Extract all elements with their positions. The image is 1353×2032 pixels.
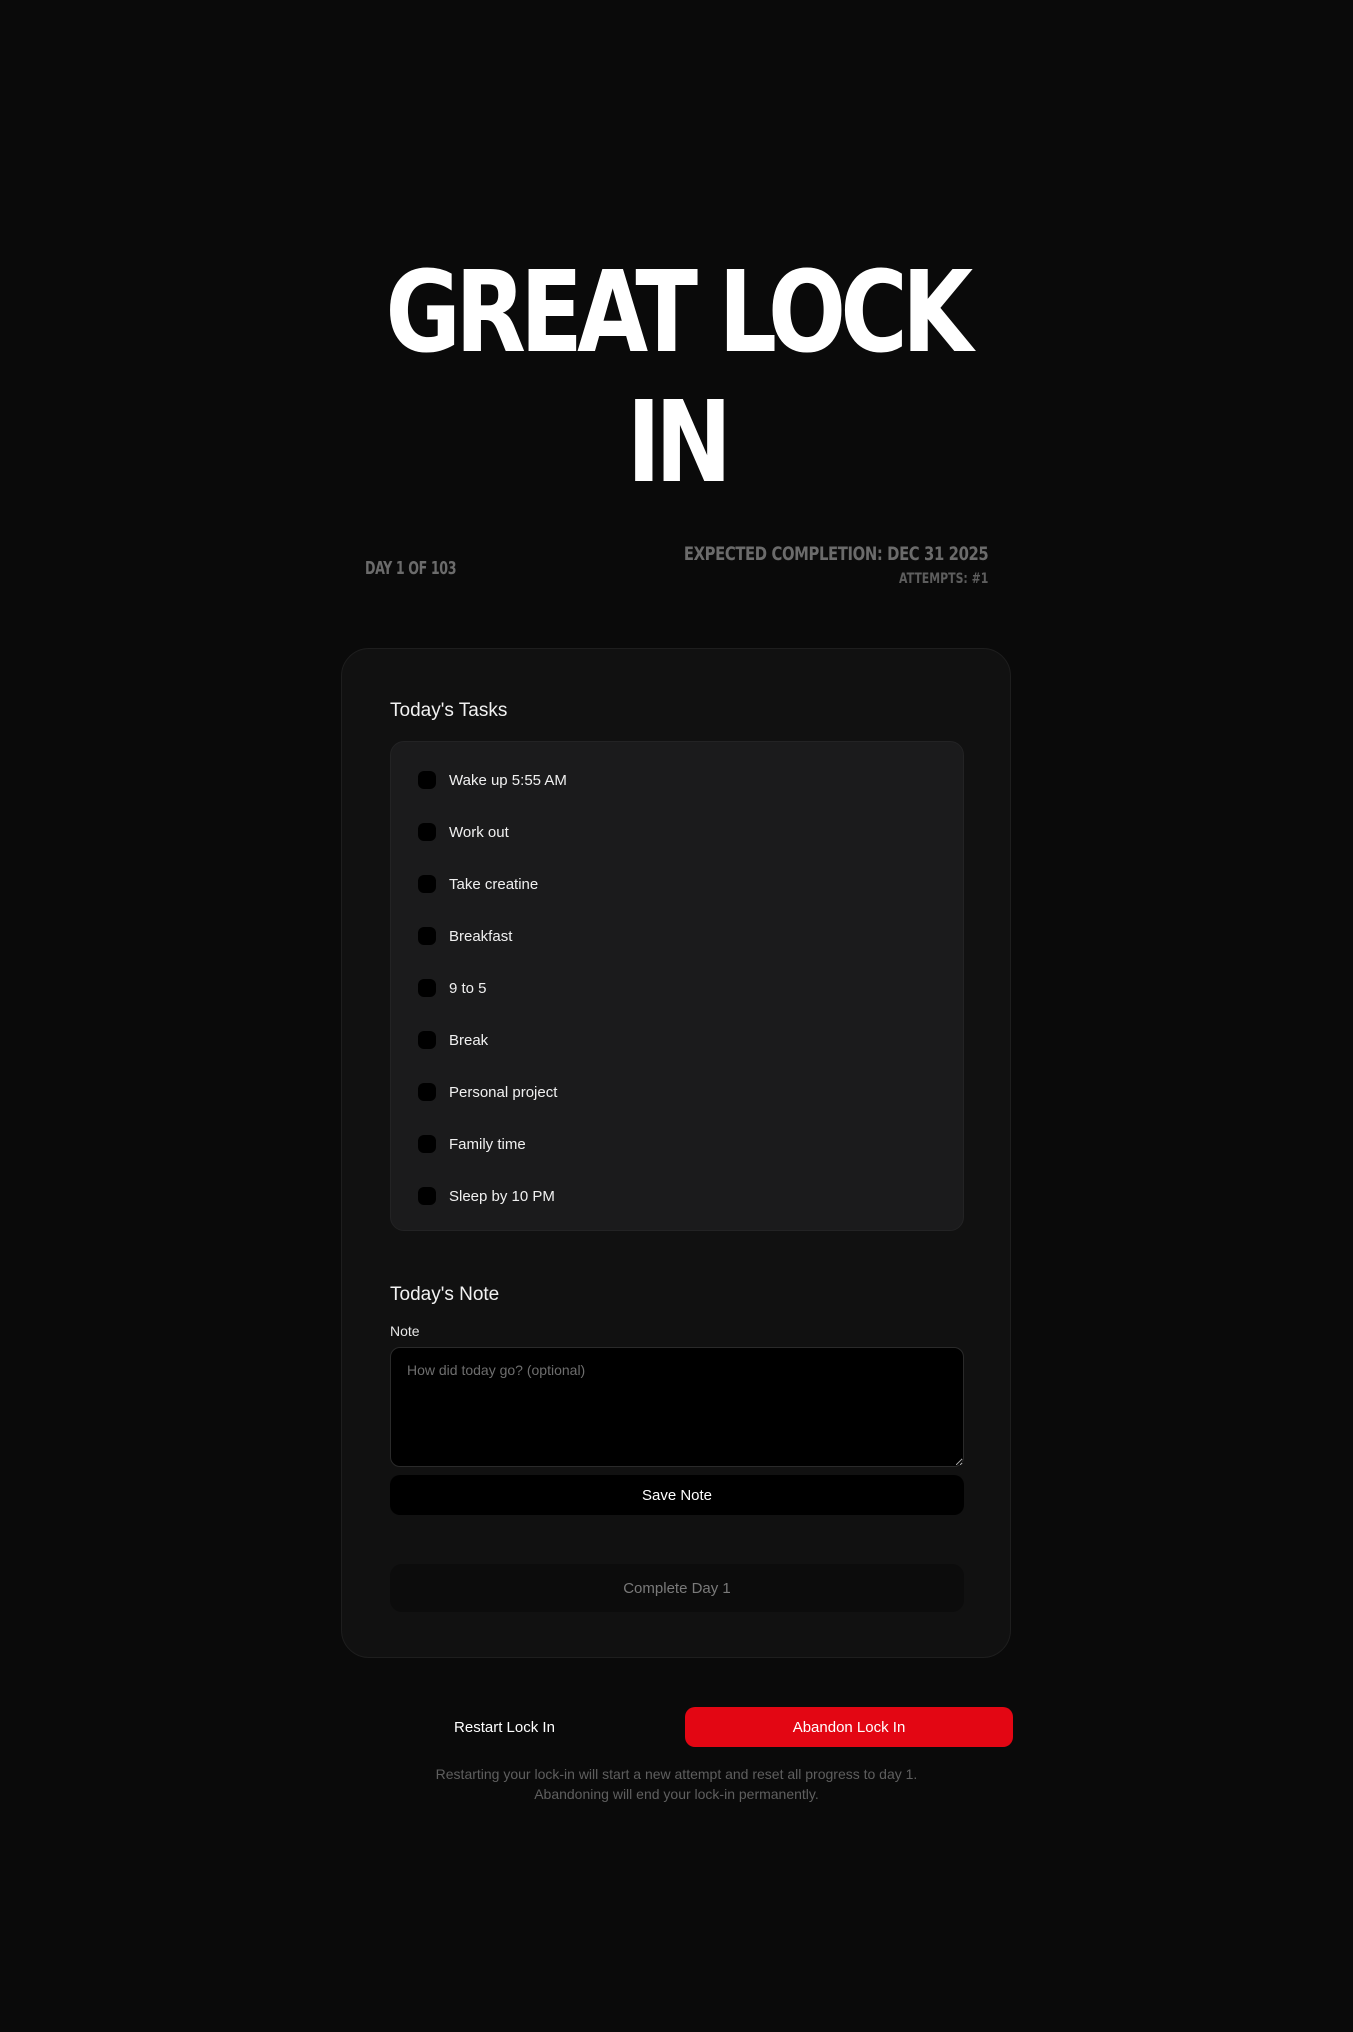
page: GREAT LOCK IN DAY 1 OF 103 EXPECTED COMP… (0, 0, 1353, 2032)
task-label: Take creatine (449, 875, 539, 893)
tasks-heading: Today's Tasks (390, 700, 508, 721)
task-item[interactable]: Sleep by 10 PM (418, 1184, 555, 1208)
task-checkbox[interactable] (418, 823, 436, 841)
task-item[interactable]: 9 to 5 (418, 976, 487, 1000)
note-textarea[interactable] (390, 1347, 964, 1467)
attempts-counter: ATTEMPTS: #1 (898, 571, 988, 587)
complete-day-button[interactable]: Complete Day 1 (390, 1564, 964, 1612)
task-item[interactable]: Personal project (418, 1080, 557, 1104)
task-checkbox[interactable] (418, 927, 436, 945)
task-item[interactable]: Break (418, 1028, 488, 1052)
task-label: Work out (449, 823, 509, 841)
task-item[interactable]: Breakfast (418, 924, 512, 948)
page-title-line-2: IN (626, 378, 732, 508)
meta-info: EXPECTED COMPLETION: DEC 31 2025 ATTEMPT… (598, 543, 989, 587)
task-label: Sleep by 10 PM (449, 1187, 555, 1205)
task-checkbox[interactable] (418, 979, 436, 997)
restart-lock-in-button[interactable]: Restart Lock In (341, 1707, 668, 1747)
warning-text: Restarting your lock-in will start a new… (0, 1764, 1353, 1804)
day-counter: DAY 1 OF 103 (365, 558, 457, 579)
task-label: 9 to 5 (449, 979, 487, 997)
save-note-button[interactable]: Save Note (390, 1475, 964, 1515)
task-label: Family time (449, 1135, 526, 1153)
task-list: Wake up 5:55 AM Work out Take creatine B… (390, 741, 964, 1231)
task-label: Breakfast (449, 927, 513, 945)
abandon-lock-in-button[interactable]: Abandon Lock In (685, 1707, 1013, 1747)
warning-text-line-1: Restarting your lock-in will start a new… (435, 1766, 918, 1782)
task-item[interactable]: Work out (418, 820, 509, 844)
expected-completion: EXPECTED COMPLETION: DEC 31 2025 (683, 543, 989, 565)
task-label: Break (449, 1031, 489, 1049)
task-checkbox[interactable] (418, 1187, 436, 1205)
page-title-line-1: GREAT LOCK (385, 248, 974, 378)
task-label: Wake up 5:55 AM (449, 771, 567, 789)
task-checkbox[interactable] (418, 1031, 436, 1049)
task-checkbox[interactable] (418, 1083, 436, 1101)
task-item[interactable]: Take creatine (418, 872, 538, 896)
note-field-label: Note (390, 1323, 420, 1339)
task-checkbox[interactable] (418, 1135, 436, 1153)
task-item[interactable]: Family time (418, 1132, 526, 1156)
day-card: Today's Tasks Wake up 5:55 AM Work out T… (341, 648, 1011, 1658)
task-label: Personal project (449, 1083, 558, 1101)
warning-text-line-2: Abandoning will end your lock-in permane… (534, 1786, 819, 1802)
note-heading: Today's Note (390, 1284, 500, 1305)
page-title: GREAT LOCK IN (122, 248, 1231, 508)
task-item[interactable]: Wake up 5:55 AM (418, 768, 567, 792)
task-checkbox[interactable] (418, 771, 436, 789)
task-checkbox[interactable] (418, 875, 436, 893)
